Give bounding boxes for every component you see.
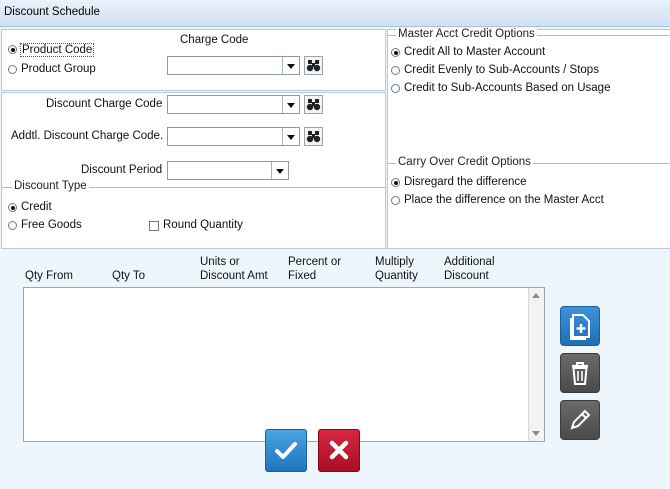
discount-period-combo[interactable] [167, 161, 289, 180]
col-multiply-line1: Multiply [375, 256, 414, 268]
col-units-line2: Discount Amt [200, 270, 268, 282]
discount-grid[interactable] [23, 287, 545, 442]
discount-type-title: Discount Type [12, 180, 89, 192]
credit-all-master-label: Credit All to Master Account [404, 46, 546, 58]
charge-code-lookup-button[interactable] [304, 56, 323, 75]
col-units-line1: Units or [200, 256, 240, 268]
disregard-difference-radio[interactable] [391, 178, 400, 187]
col-additional-line2: Discount [444, 270, 489, 282]
credit-options-panel: Master Acct Credit Options Credit All to… [387, 28, 670, 249]
product-code-label: Product Code [20, 43, 95, 57]
credit-evenly-radio[interactable] [391, 66, 400, 75]
discount-charge-code-label: Discount Charge Code [46, 98, 163, 110]
credit-usage-label: Credit to Sub-Accounts Based on Usage [404, 82, 611, 94]
master-acct-title: Master Acct Credit Options [396, 28, 537, 40]
discount-panel: Discount Charge Code Addtl. Discount Cha… [1, 92, 386, 249]
chevron-down-icon[interactable] [282, 57, 299, 74]
grid-header: Qty From Qty To Units or Discount Amt Pe… [0, 256, 560, 286]
chevron-down-icon[interactable] [282, 96, 299, 113]
addl-discount-charge-code-combo[interactable] [167, 127, 300, 146]
grid-scrollbar[interactable] [528, 288, 544, 441]
product-code-radio[interactable] [8, 45, 17, 54]
window-title: Discount Schedule [4, 6, 100, 18]
addl-discount-charge-code-lookup-button[interactable] [304, 127, 323, 146]
col-additional-line1: Additional [444, 256, 495, 268]
place-difference-radio[interactable] [391, 196, 400, 205]
credit-evenly-label: Credit Evenly to Sub-Accounts / Stops [404, 64, 599, 76]
carry-over-title: Carry Over Credit Options [396, 156, 533, 168]
col-qty-from: Qty From [25, 270, 73, 282]
binoculars-icon [306, 131, 321, 143]
discount-charge-code-combo[interactable] [167, 95, 300, 114]
chevron-down-icon[interactable] [271, 162, 288, 179]
credit-usage-radio[interactable] [391, 84, 400, 93]
credit-radio[interactable] [8, 203, 17, 212]
charge-code-combo[interactable] [167, 56, 300, 75]
window-titlebar: Discount Schedule [0, 0, 670, 27]
binoculars-icon [306, 60, 321, 72]
scroll-down-icon[interactable] [532, 431, 540, 436]
col-percent-line1: Percent or [288, 256, 342, 268]
checkmark-icon [275, 442, 297, 459]
add-document-icon [570, 314, 590, 340]
discount-period-label: Discount Period [81, 164, 163, 176]
credit-all-master-radio[interactable] [391, 48, 400, 57]
col-qty-to: Qty To [112, 270, 146, 282]
x-icon [329, 440, 349, 460]
free-goods-radio[interactable] [8, 221, 17, 230]
binoculars-icon [306, 99, 321, 111]
discount-charge-code-lookup-button[interactable] [304, 95, 323, 114]
credit-label: Credit [21, 201, 52, 213]
pencil-icon [570, 409, 591, 430]
col-multiply-line2: Quantity [375, 270, 418, 282]
edit-row-button[interactable] [560, 400, 600, 440]
discount-schedule-form: Product Code Product Group Charge Code D… [0, 27, 670, 489]
charge-code-label: Charge Code [180, 34, 249, 46]
add-row-button[interactable] [560, 306, 600, 346]
col-percent-line2: Fixed [288, 270, 317, 282]
delete-row-button[interactable] [560, 353, 600, 393]
chevron-down-icon[interactable] [282, 128, 299, 145]
product-panel: Product Code Product Group Charge Code [1, 29, 386, 91]
product-group-label: Product Group [21, 63, 96, 75]
disregard-difference-label: Disregard the difference [404, 176, 527, 188]
product-group-radio[interactable] [8, 65, 17, 74]
free-goods-label: Free Goods [21, 219, 82, 231]
place-difference-label: Place the difference on the Master Acct [404, 194, 604, 206]
cancel-button[interactable] [318, 429, 360, 472]
scroll-up-icon[interactable] [532, 293, 540, 298]
ok-button[interactable] [265, 429, 307, 472]
trash-icon [572, 362, 588, 385]
addl-discount-charge-code-label: Addtl. Discount Charge Code. [11, 130, 164, 142]
round-quantity-label: Round Quantity [163, 219, 243, 231]
round-quantity-checkbox[interactable] [149, 221, 159, 231]
